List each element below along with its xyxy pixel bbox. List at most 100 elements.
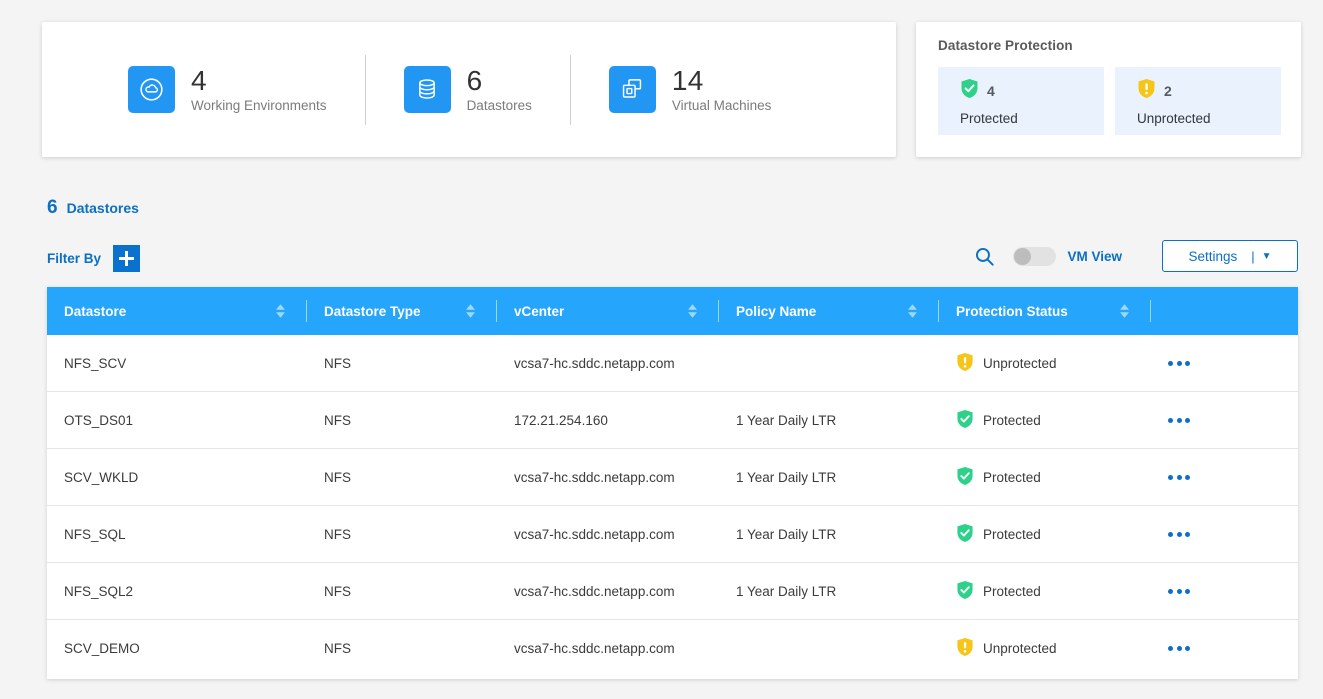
cell-actions [1151, 646, 1298, 651]
datastores-page: 4 Working Environments 6 Datastores [0, 0, 1323, 699]
sort-icon[interactable] [276, 304, 285, 318]
more-options-icon[interactable] [1168, 646, 1190, 651]
column-label: Protection Status [939, 304, 1068, 319]
cell-vcenter: vcsa7-hc.sddc.netapp.com [497, 527, 719, 542]
shield-check-icon [956, 580, 974, 603]
unprotected-count: 2 [1164, 83, 1172, 99]
cell-protection-status: Protected [939, 409, 1151, 432]
cell-datastore: SCV_DEMO [47, 641, 307, 656]
column-header-datastore-type[interactable]: Datastore Type [307, 287, 497, 335]
column-label: Datastore Type [307, 304, 421, 319]
table-row[interactable]: SCV_WKLDNFSvcsa7-hc.sddc.netapp.com1 Yea… [47, 449, 1298, 506]
filter-by-label: Filter By [47, 251, 101, 266]
settings-separator: | [1251, 249, 1254, 264]
cell-datastore-type: NFS [307, 584, 497, 599]
inventory-summary-card: 4 Working Environments 6 Datastores [42, 22, 896, 157]
cell-policy-name: 1 Year Daily LTR [719, 584, 939, 599]
stat-value: 4 [191, 66, 327, 95]
search-icon[interactable] [974, 246, 995, 267]
column-header-vcenter[interactable]: vCenter [497, 287, 719, 335]
cell-policy-name: 1 Year Daily LTR [719, 413, 939, 428]
vm-view-label: VM View [1067, 249, 1122, 264]
cell-datastore-type: NFS [307, 527, 497, 542]
column-header-datastore[interactable]: Datastore [47, 287, 307, 335]
stat-label: Working Environments [191, 98, 327, 113]
settings-label: Settings [1188, 249, 1237, 264]
status-label: Protected [983, 527, 1041, 542]
page-title: 6 Datastores [47, 197, 139, 219]
unprotected-tile[interactable]: 2 Unprotected [1115, 67, 1281, 135]
column-header-policy-name[interactable]: Policy Name [719, 287, 939, 335]
table-row[interactable]: NFS_SCVNFSvcsa7-hc.sddc.netapp.com Unprot… [47, 335, 1298, 392]
column-header-actions [1151, 287, 1298, 335]
vm-view-toggle[interactable] [1013, 247, 1056, 266]
cell-protection-status: Protected [939, 580, 1151, 603]
cell-datastore: NFS_SCV [47, 356, 307, 371]
database-icon [404, 66, 451, 113]
protected-tile[interactable]: 4 Protected [938, 67, 1104, 135]
protection-card-title: Datastore Protection [938, 38, 1281, 53]
shield-check-icon [956, 409, 974, 432]
settings-button[interactable]: Settings | ▼ [1162, 240, 1298, 272]
shield-check-icon [956, 523, 974, 546]
sort-icon[interactable] [688, 304, 697, 318]
cloud-circle-icon [128, 66, 175, 113]
table-row[interactable]: NFS_SQLNFSvcsa7-hc.sddc.netapp.com1 Year… [47, 506, 1298, 563]
cell-datastore: OTS_DS01 [47, 413, 307, 428]
stat-value: 6 [467, 66, 532, 95]
more-options-icon[interactable] [1168, 475, 1190, 480]
more-options-icon[interactable] [1168, 361, 1190, 366]
shield-check-icon [960, 78, 979, 104]
cell-vcenter: vcsa7-hc.sddc.netapp.com [497, 356, 719, 371]
shield-alert-icon [956, 352, 974, 375]
cell-actions [1151, 475, 1298, 480]
cell-protection-status: Unprotected [939, 637, 1151, 660]
sort-icon[interactable] [908, 304, 917, 318]
column-label: vCenter [497, 304, 564, 319]
cell-vcenter: vcsa7-hc.sddc.netapp.com [497, 470, 719, 485]
virtual-machine-icon [609, 66, 656, 113]
datastores-table: Datastore Datastore Type vCenter [47, 287, 1298, 679]
toolbar-right-group: VM View Settings | ▼ [974, 238, 1298, 274]
table-row[interactable]: SCV_DEMONFSvcsa7-hc.sddc.netapp.com Unpro… [47, 620, 1298, 677]
cell-actions [1151, 589, 1298, 594]
protected-count: 4 [987, 83, 995, 99]
protection-tiles: 4 Protected 2 [938, 67, 1281, 135]
cell-policy-name: 1 Year Daily LTR [719, 527, 939, 542]
status-label: Protected [983, 470, 1041, 485]
table-header-row: Datastore Datastore Type vCenter [47, 287, 1298, 335]
status-label: Protected [983, 413, 1041, 428]
cell-vcenter: 172.21.254.160 [497, 413, 719, 428]
cell-vcenter: vcsa7-hc.sddc.netapp.com [497, 641, 719, 656]
column-label: Policy Name [719, 304, 816, 319]
cell-datastore-type: NFS [307, 641, 497, 656]
table-row[interactable]: OTS_DS01NFS172.21.254.1601 Year Daily LT… [47, 392, 1298, 449]
cell-policy-name: 1 Year Daily LTR [719, 470, 939, 485]
cell-datastore-type: NFS [307, 413, 497, 428]
stat-value: 14 [672, 66, 772, 95]
cell-actions [1151, 532, 1298, 537]
status-label: Unprotected [983, 641, 1057, 656]
vm-view-toggle-group: VM View [1013, 247, 1122, 266]
table-row[interactable]: NFS_SQL2NFSvcsa7-hc.sddc.netapp.com1 Yea… [47, 563, 1298, 620]
datastore-count: 6 [47, 197, 58, 219]
column-header-protection-status[interactable]: Protection Status [939, 287, 1151, 335]
more-options-icon[interactable] [1168, 589, 1190, 594]
chevron-down-icon[interactable]: ▼ [1262, 251, 1272, 262]
cell-protection-status: Protected [939, 466, 1151, 489]
shield-alert-icon [1137, 78, 1156, 104]
cell-datastore-type: NFS [307, 356, 497, 371]
sort-icon[interactable] [466, 304, 475, 318]
stat-label: Datastores [467, 98, 532, 113]
table-toolbar: Filter By VM View Settin [47, 238, 1298, 274]
cell-datastore: NFS_SQL [47, 527, 307, 542]
status-label: Unprotected [983, 356, 1057, 371]
cell-actions [1151, 361, 1298, 366]
add-filter-button[interactable] [113, 245, 140, 272]
stat-label: Virtual Machines [672, 98, 772, 113]
cell-protection-status: Protected [939, 523, 1151, 546]
more-options-icon[interactable] [1168, 532, 1190, 537]
table-body: NFS_SCVNFSvcsa7-hc.sddc.netapp.comUnprot… [47, 335, 1298, 677]
more-options-icon[interactable] [1168, 418, 1190, 423]
sort-icon[interactable] [1120, 304, 1129, 318]
